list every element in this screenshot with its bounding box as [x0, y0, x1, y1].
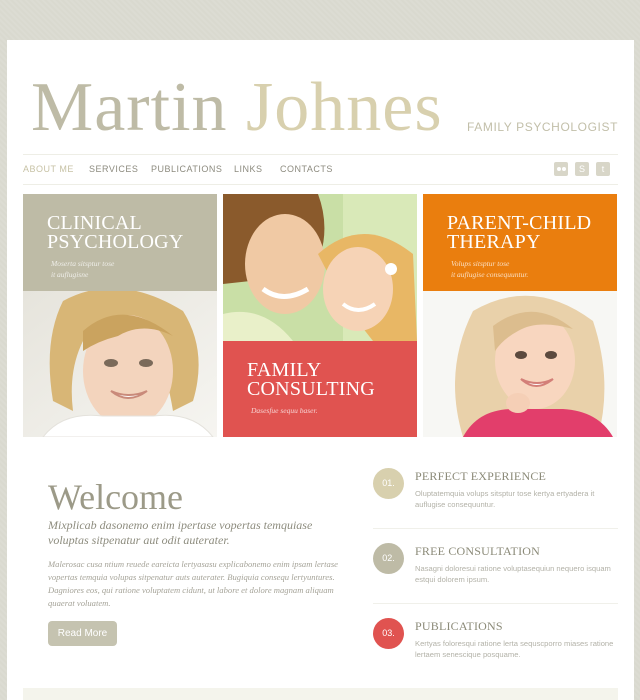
nav-item-contacts[interactable]: CONTACTS [280, 164, 333, 174]
family-consulting-title: FAMILY CONSULTING [247, 359, 375, 400]
site-logo[interactable]: Martin Johnes [31, 68, 443, 148]
parent-child-therapy-panel[interactable]: PARENT-CHILD THERAPY Volups sitsptur tos… [423, 194, 617, 291]
nav-item-services[interactable]: SERVICES [89, 164, 138, 174]
page-container: Martin Johnes FAMILY PSYCHOLOGIST ABOUT … [7, 40, 634, 700]
feature-title[interactable]: PUBLICATIONS [415, 619, 503, 634]
nav-item-about-me[interactable]: ABOUT ME [23, 164, 74, 174]
parent-child-therapy-subtitle: Volups sitsptur tose it auflugise conseq… [451, 259, 529, 279]
feature-number-badge: 03. [373, 618, 404, 649]
feature-description: Oluptatemquia volups sitsptur tose kerty… [415, 489, 595, 509]
skype-icon[interactable]: S [575, 162, 589, 176]
family-consulting-subtitle: Dasesfue sequu baser. [251, 406, 318, 415]
couple-photo [223, 194, 417, 341]
clinical-psychology-panel[interactable]: CLINICAL PSYCHOLOGY Moserta sitsptur tos… [23, 194, 217, 291]
clinical-psychology-title: CLINICAL PSYCHOLOGY [47, 212, 184, 253]
nav-item-publications[interactable]: PUBLICATIONS [151, 164, 222, 174]
girl-photo [423, 291, 617, 437]
logo-last-name: Johnes [246, 69, 443, 146]
welcome-lead-text: Mixplicab dasonemo enim ipertase voperta… [48, 518, 313, 547]
clinical-psychology-subtitle: Moserta sitsptur tose it auflugisne [51, 259, 115, 279]
twitter-icon[interactable]: t [596, 162, 610, 176]
woman-photo [23, 291, 217, 437]
feature-number-badge: 02. [373, 543, 404, 574]
feature-divider [373, 603, 618, 604]
feature-description: Kertyas foloresqui ratione lerta sequscp… [415, 639, 614, 659]
family-consulting-panel[interactable]: FAMILY CONSULTING Dasesfue sequu baser. [223, 341, 417, 437]
site-tagline: FAMILY PSYCHOLOGIST [467, 120, 618, 134]
nav-item-links[interactable]: LINKS [234, 164, 263, 174]
flickr-icon[interactable] [554, 162, 568, 176]
logo-first-name: Martin [31, 69, 228, 146]
parent-child-therapy-title: PARENT-CHILD THERAPY [447, 212, 592, 253]
main-nav: ABOUT ME SERVICES PUBLICATIONS LINKS CON… [23, 154, 618, 185]
feature-description: Nasagni doloresui ratione voluptasequiun… [415, 564, 611, 584]
read-more-button[interactable]: Read More [48, 621, 117, 646]
feature-divider [373, 528, 618, 529]
footer-band [23, 688, 618, 700]
feature-number-badge: 01. [373, 468, 404, 499]
feature-title[interactable]: PERFECT EXPERIENCE [415, 469, 546, 484]
feature-title[interactable]: FREE CONSULTATION [415, 544, 540, 559]
welcome-heading: Welcome [48, 477, 184, 517]
welcome-body-text: Malerosac cusa ntium reuede eareicta ler… [48, 559, 338, 608]
